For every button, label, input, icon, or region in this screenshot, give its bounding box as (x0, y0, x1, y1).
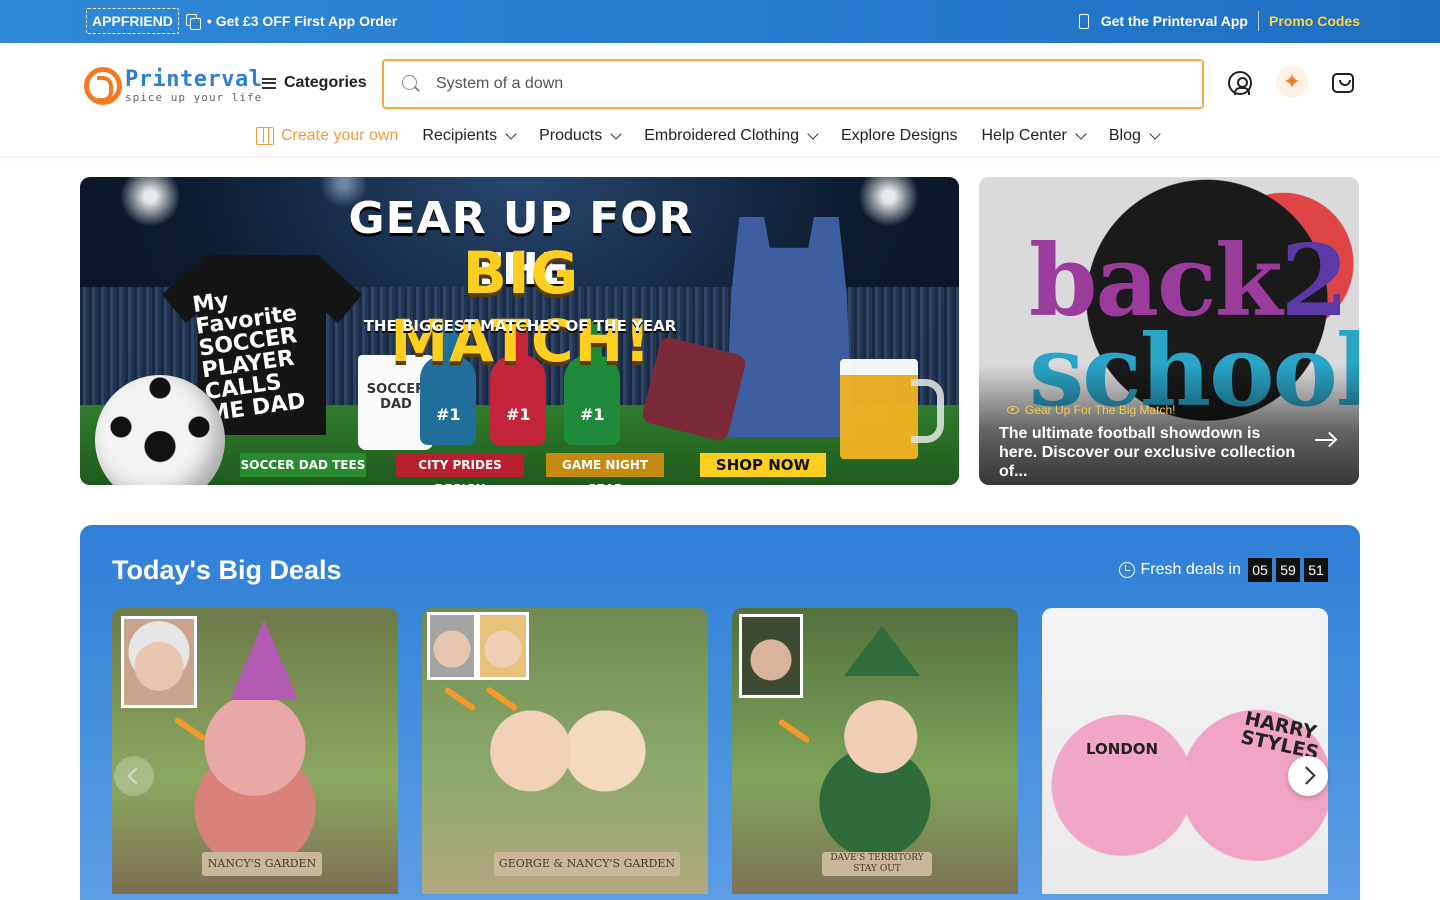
todays-big-deals-section: Today's Big Deals Fresh deals in 05 59 5… (80, 525, 1360, 900)
gnome-hat-image (230, 620, 298, 700)
categories-label: Categories (284, 74, 367, 91)
foam-finger-label: #1 (506, 405, 531, 424)
promo-links: Get the Printerval App Promo Codes (1078, 11, 1360, 31)
alarm-clock-icon (1118, 562, 1135, 578)
deal-product-card[interactable]: GEORGE & NANCY'S GARDEN (422, 608, 708, 894)
nav-item-label: Help Center (981, 127, 1067, 144)
search-bar[interactable] (382, 59, 1204, 109)
gnome-plaque: NANCY'S GARDEN (202, 852, 322, 876)
promo-bar: APPFRIEND • Get £3 OFF First App Order G… (0, 0, 1440, 43)
nav-item-recipients[interactable]: Recipients (422, 127, 517, 145)
get-app-link[interactable]: Get the Printerval App (1101, 13, 1248, 29)
nav-item-blog[interactable]: Blog (1108, 127, 1161, 145)
jersey-print-text: LONDON (1086, 740, 1159, 758)
hero-title-line2: BIG MATCH! (390, 239, 652, 375)
divider (1257, 11, 1259, 31)
countdown-seconds: 51 (1304, 558, 1328, 582)
ai-sparkle-icon[interactable]: ✦ (1276, 66, 1308, 98)
nav-item-products[interactable]: Products (539, 127, 622, 145)
categories-button[interactable]: Categories (262, 74, 367, 92)
hero-subtitle: THE BIGGEST MATCHES OF THE YEAR (363, 317, 677, 335)
beer-mug-image (840, 359, 944, 459)
phone-icon (1078, 13, 1089, 29)
hero-banner-big-match[interactable]: My Favorite SOCCER PLAYER CALLS ME DAD S… (80, 177, 959, 485)
nav-item-label: Embroidered Clothing (644, 127, 799, 144)
nav-item-label: Create your own (281, 127, 399, 144)
nav-item-label: Blog (1108, 127, 1141, 144)
app-coupon-promo: APPFRIEND • Get £3 OFF First App Order (86, 8, 397, 34)
customer-photo-inset (739, 614, 803, 698)
cart-bag-icon[interactable] (1332, 73, 1354, 93)
hamburger-icon (262, 77, 276, 89)
foam-finger-label: #1 (436, 405, 461, 424)
arrow-icon (485, 686, 519, 712)
nav-item-help-center[interactable]: Help Center (981, 127, 1087, 145)
logo[interactable]: Printerval spice up your life (84, 67, 262, 105)
nav-item-explore-designs[interactable]: Explore Designs (841, 127, 958, 145)
carousel-next-button[interactable] (1288, 756, 1328, 796)
coupon-code[interactable]: APPFRIEND (86, 8, 179, 34)
countdown-minutes: 59 (1276, 558, 1300, 582)
copy-icon[interactable] (185, 13, 201, 30)
coupon-offer-text: • Get £3 OFF First App Order (206, 13, 398, 29)
chevron-down-icon (1075, 127, 1087, 140)
gnome-plaque: DAVE'S TERRITORY STAY OUT (822, 852, 932, 876)
chevron-down-icon (1149, 127, 1161, 140)
nav-item-label: Products (539, 127, 603, 144)
deal-product-card[interactable]: DAVE'S TERRITORY STAY OUT (732, 608, 1018, 894)
gnome-hat-image (844, 626, 920, 676)
deal-product-card[interactable]: LONDON HARRY STYLES (1042, 608, 1328, 894)
deal-product-card[interactable]: NANCY'S GARDEN (112, 608, 398, 894)
nav-item-label: Explore Designs (840, 127, 958, 144)
nav-item-label: Recipients (422, 127, 498, 144)
hero-side-banner[interactable]: back2 school Gear Up For The Big Match! … (979, 177, 1359, 485)
main-nav: Create your own Recipients Products Embr… (256, 127, 1183, 145)
promo-codes-link[interactable]: Promo Codes (1269, 13, 1360, 29)
shop-now-button[interactable]: SHOP NOW (700, 453, 826, 477)
customer-photo-inset (427, 612, 477, 680)
mug-print-text: SOCCER DAD (366, 382, 426, 412)
carousel-prev-button[interactable] (114, 756, 154, 796)
chevron-down-icon (610, 127, 622, 140)
deals-countdown: Fresh deals in 05 59 51 (1118, 558, 1328, 582)
user-icon[interactable] (1228, 71, 1252, 95)
tag-soccer-dad-tees[interactable]: SOCCER DAD TEES (240, 453, 366, 477)
logo-name: Printerval (125, 67, 263, 92)
logo-mark-icon (84, 67, 122, 105)
arrow-icon (443, 686, 477, 712)
customer-photo-inset (477, 612, 529, 680)
search-input[interactable] (436, 75, 1136, 93)
eye-icon (1007, 406, 1019, 414)
nav-item-create-your-own[interactable]: Create your own (256, 127, 398, 145)
countdown-hours: 05 (1248, 558, 1272, 582)
search-icon[interactable] (402, 75, 420, 93)
tag-game-night-gear[interactable]: GAME NIGHT GEAR (546, 453, 664, 485)
customer-photo-inset (121, 616, 197, 708)
side-banner-description: The ultimate football showdown is here. … (999, 425, 1296, 480)
foam-finger-label: #1 (580, 405, 605, 424)
arrow-icon (777, 718, 811, 744)
tank-top-image (725, 217, 853, 437)
tag-city-prides-design[interactable]: CITY PRIDES DESIGN (396, 453, 524, 485)
gnome-plaque: GEORGE & NANCY'S GARDEN (494, 852, 680, 876)
design-icon (256, 127, 274, 145)
logo-tagline: spice up your life (125, 91, 263, 104)
deals-title: Today's Big Deals (112, 555, 342, 585)
chevron-down-icon (505, 127, 517, 140)
nav-item-embroidered-clothing[interactable]: Embroidered Clothing (644, 127, 819, 145)
side-banner-kicker-text: Gear Up For The Big Match! (1025, 403, 1176, 417)
chevron-down-icon (807, 127, 819, 140)
side-banner-kicker: Gear Up For The Big Match! (1007, 403, 1176, 417)
site-header: Printerval spice up your life Categories… (0, 43, 1440, 157)
arrow-right-icon[interactable] (1315, 433, 1335, 447)
countdown-label: Fresh deals in (1140, 561, 1242, 578)
arrow-icon (173, 716, 207, 742)
